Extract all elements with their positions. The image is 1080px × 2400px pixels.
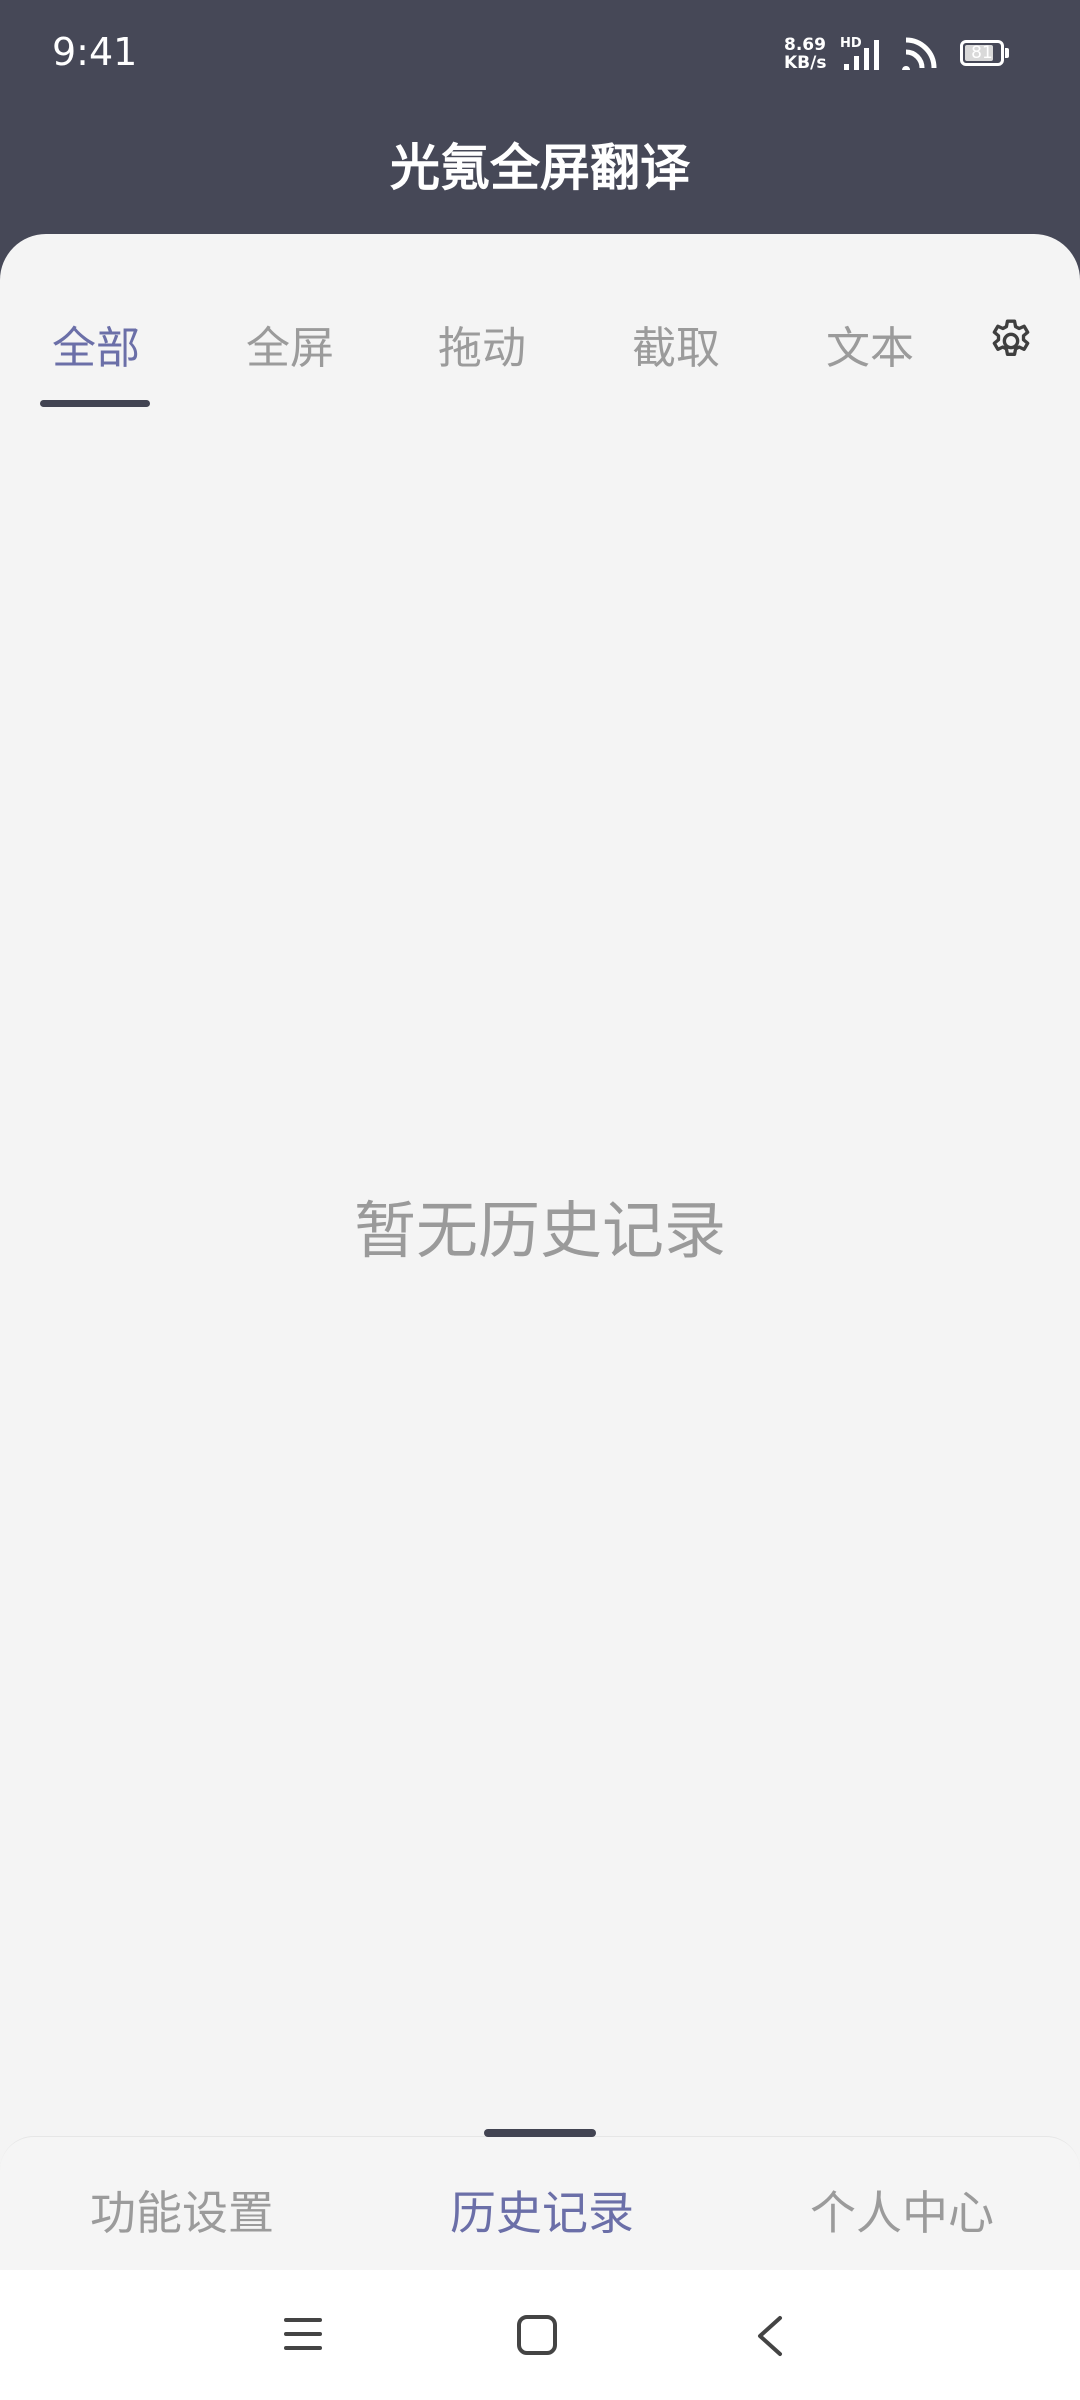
wifi-icon xyxy=(902,37,937,70)
app-title: 光氪全屏翻译 xyxy=(390,139,690,197)
status-bar: 9:41 8.69 KB/s HD 81 xyxy=(0,0,1080,110)
bottom-nav: 功能设置 历史记录 个人中心 xyxy=(0,2129,1080,2271)
battery-level: 81 xyxy=(971,43,993,63)
tab-capture[interactable]: 截取 xyxy=(632,312,720,376)
battery-icon: 81 xyxy=(960,40,1004,66)
nav-history[interactable]: 历史记录 xyxy=(450,2177,634,2243)
drag-handle[interactable] xyxy=(484,2129,596,2137)
tab-bar: 全部 全屏 拖动 截取 文本 xyxy=(0,294,1080,414)
network-speed-unit: KB/s xyxy=(784,53,827,73)
menu-icon[interactable] xyxy=(282,2314,324,2354)
signal-icon xyxy=(844,40,879,70)
tab-drag[interactable]: 拖动 xyxy=(438,312,526,376)
tab-text[interactable]: 文本 xyxy=(826,312,914,376)
tab-all[interactable]: 全部 xyxy=(52,312,140,376)
status-time: 9:41 xyxy=(52,30,138,74)
nav-profile[interactable]: 个人中心 xyxy=(810,2177,994,2243)
nav-feature-settings[interactable]: 功能设置 xyxy=(90,2177,274,2243)
home-icon[interactable] xyxy=(516,2314,558,2356)
system-nav-bar xyxy=(0,2270,1080,2400)
network-speed-value: 8.69 xyxy=(784,35,826,55)
empty-state-message: 暂无历史记录 xyxy=(353,1194,726,1267)
back-icon[interactable] xyxy=(752,2314,786,2358)
tab-fullscreen[interactable]: 全屏 xyxy=(246,312,334,376)
gear-icon[interactable] xyxy=(986,316,1036,366)
content-card: 全部 全屏 拖动 截取 文本 暂无历史记录 功能设置 历史记录 个人中心 xyxy=(0,234,1080,2400)
network-speed: 8.69 KB/s xyxy=(784,36,826,72)
active-tab-indicator xyxy=(40,400,150,407)
battery-tip xyxy=(1005,48,1009,58)
